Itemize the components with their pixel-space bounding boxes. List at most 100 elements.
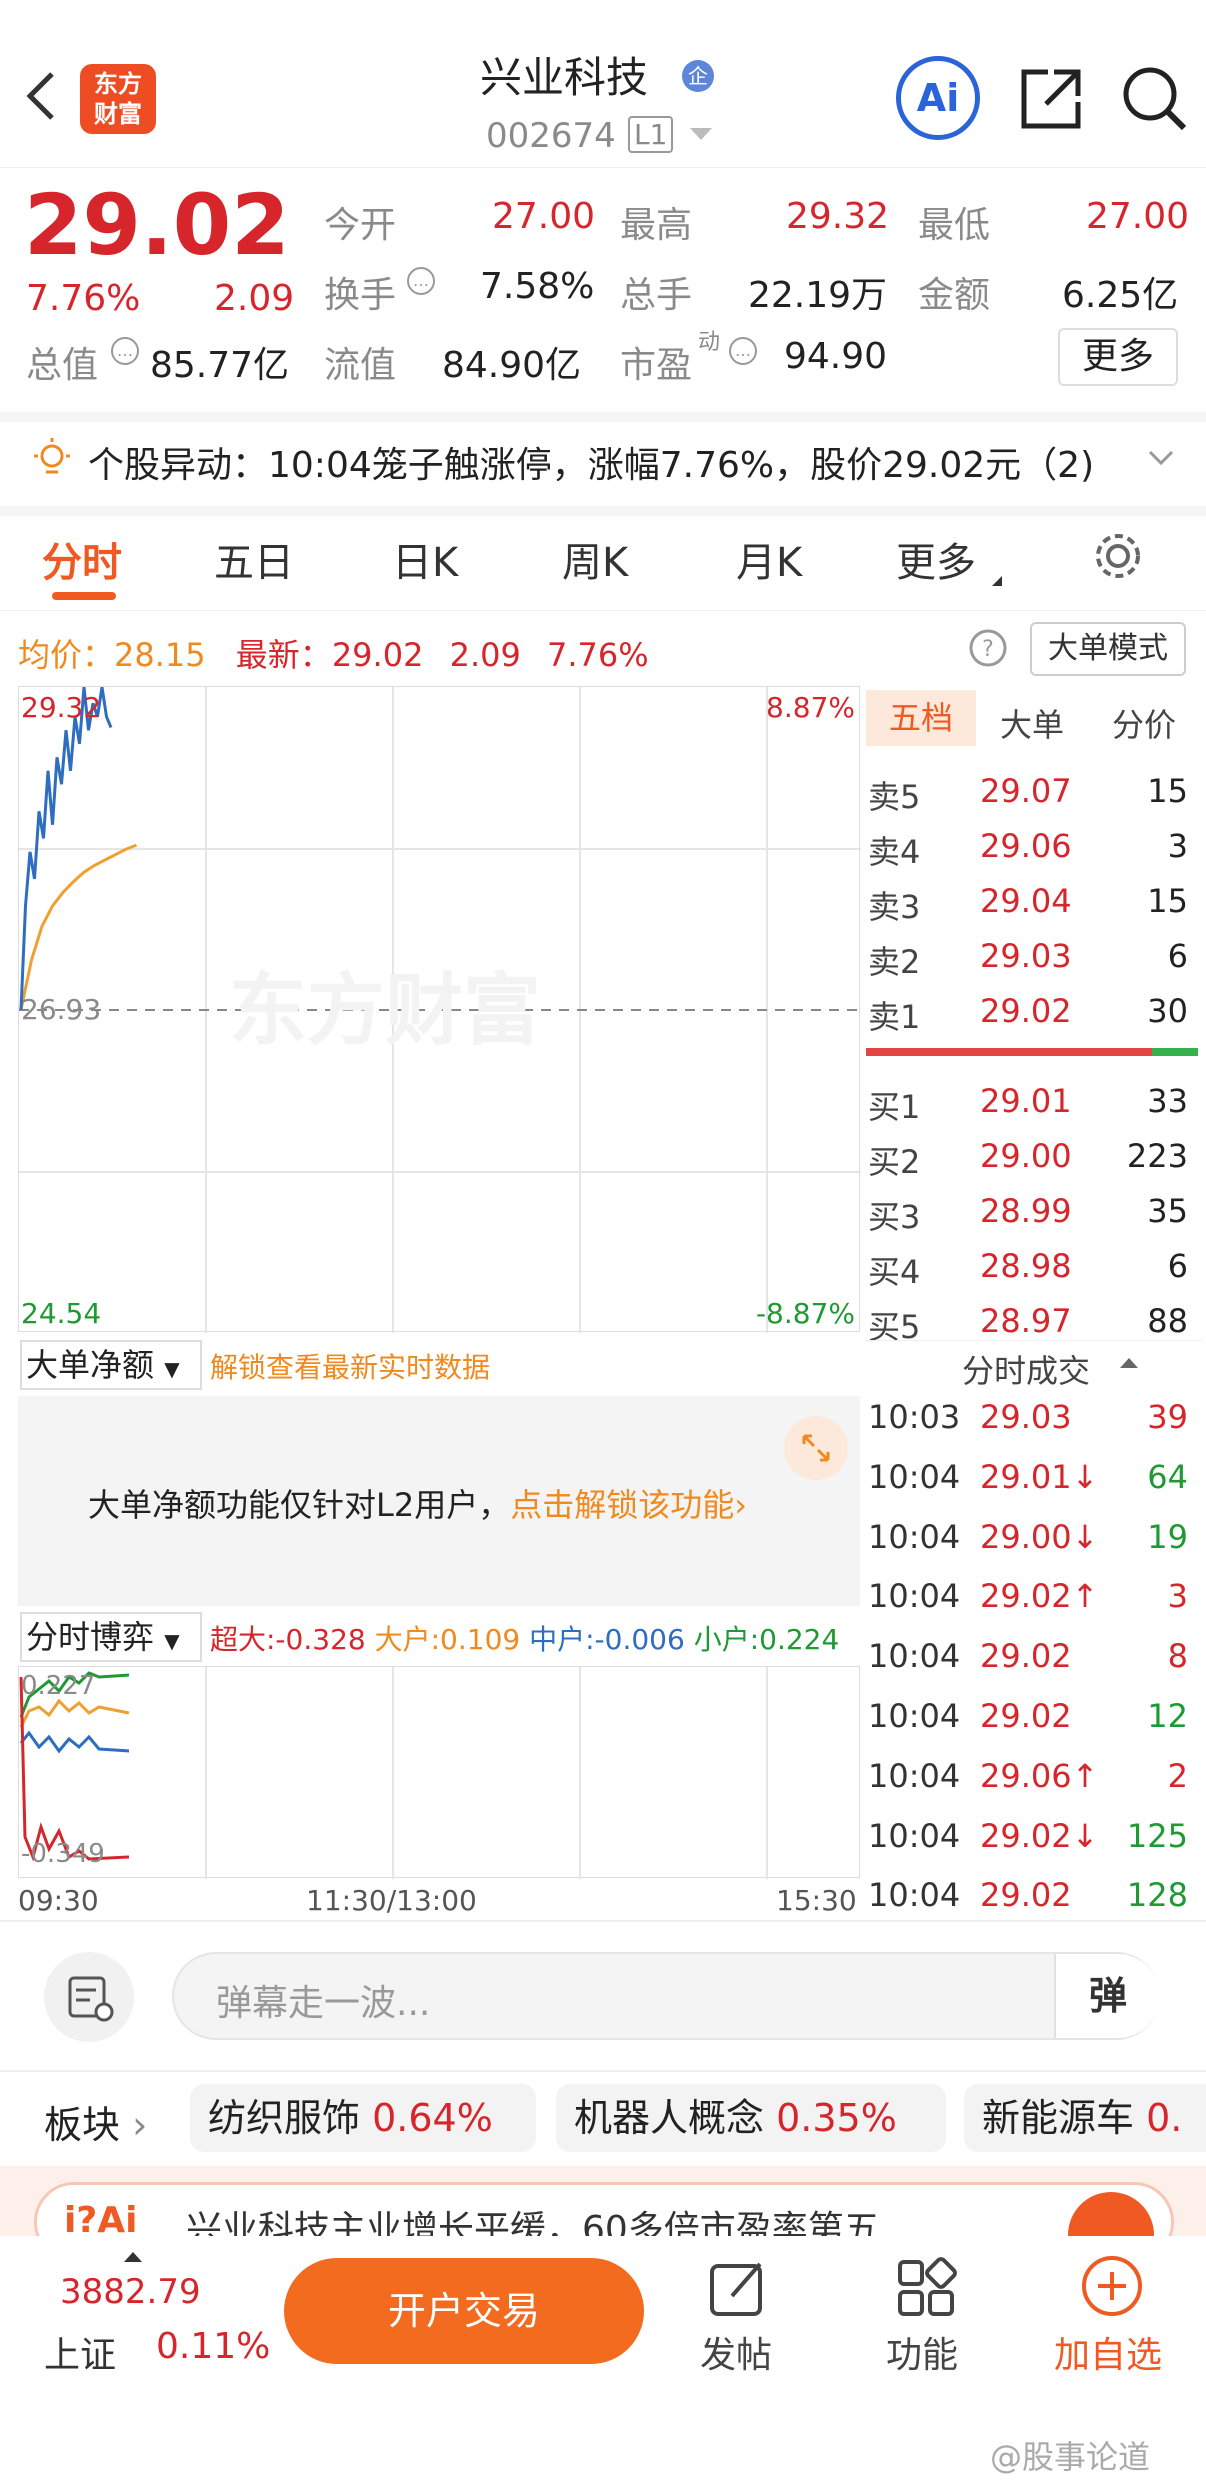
sector-chip[interactable]: 纺织服饰 0.64% [190, 2084, 536, 2152]
tab-weekly-k[interactable]: 周K [562, 530, 628, 588]
comment-list-icon[interactable] [44, 1952, 134, 2042]
trade-price: 29.02 [980, 1876, 1072, 1915]
help-icon[interactable]: ? [968, 628, 1008, 668]
trade-qty: 8 [1167, 1637, 1188, 1676]
function-label[interactable]: 功能 [886, 2326, 958, 2378]
bid-qty: 88 [1147, 1302, 1188, 1340]
legend-super: 超大:-0.328 [210, 1623, 366, 1656]
index-value[interactable]: 3882.79 [60, 2272, 201, 2312]
bid-label: 买2 [868, 1143, 921, 1181]
avg-price-line [19, 843, 138, 1011]
tab-price-dist[interactable]: 分价 [1112, 700, 1176, 746]
tab-big-orders[interactable]: 大单 [1000, 700, 1064, 746]
trade-label: 10:04 [868, 1577, 961, 1616]
medium-line [19, 1730, 130, 1754]
function-grid-icon[interactable] [894, 2256, 958, 2320]
amount-label: 金额 [918, 275, 991, 316]
avg-value: 28.15 [114, 636, 206, 674]
ask-label: 卖5 [868, 778, 921, 816]
trade-price: 29.03 [980, 1398, 1072, 1436]
ask-label: 卖2 [868, 943, 921, 981]
bid-row: 买5 28.97 88 [868, 1302, 1196, 1352]
trade-row: 10:04 29.02↑ 3 [868, 1577, 1196, 1627]
y-axis-top: 29.32 [21, 691, 102, 724]
svg-text:…: … [735, 341, 751, 360]
tab-daily-k[interactable]: 日K [392, 530, 458, 588]
net-message[interactable]: 大单净额功能仅针对L2用户，点击解锁该功能› [88, 1480, 747, 1526]
bid-bar [1152, 1048, 1198, 1056]
bid-qty: 223 [1126, 1137, 1188, 1175]
danmu-input[interactable]: 弹幕走一波... 弹 [172, 1952, 1160, 2040]
trade-row: 10:04 29.00↓ 19 [868, 1518, 1196, 1568]
caret-icon [992, 576, 1002, 586]
ask-row: 卖1 29.02 30 [868, 992, 1196, 1042]
ask-qty: 15 [1147, 772, 1188, 810]
open-account-button[interactable]: 开户交易 [284, 2258, 644, 2364]
latest-pct: 7.76% [547, 636, 649, 674]
trade-price: 29.00↓ [980, 1517, 1099, 1556]
open-label: 今开 [324, 205, 397, 246]
svg-text:…: … [413, 271, 429, 290]
post-icon[interactable] [706, 2256, 770, 2320]
trade-label: 10:04 [868, 1457, 961, 1496]
add-watchlist-label[interactable]: 加自选 [1054, 2326, 1162, 2378]
tab-five-day[interactable]: 五日 [214, 530, 294, 588]
net-message-text: 大单净额功能仅针对L2用户， [88, 1486, 511, 1524]
info-icon[interactable]: … [728, 336, 758, 366]
big-order-mode-button[interactable]: 大单模式 [1030, 622, 1186, 676]
post-label[interactable]: 发帖 [700, 2326, 772, 2378]
bid-qty: 6 [1167, 1247, 1188, 1285]
chevron-down-icon[interactable] [1148, 448, 1174, 468]
svg-text:…: … [117, 341, 133, 360]
latest-label: 最新： [235, 636, 332, 674]
bid-label: 买4 [868, 1253, 921, 1291]
trades-title[interactable]: 分时成交 [962, 1346, 1090, 1392]
weibo-watermark: @股事论道 [990, 2438, 1151, 2476]
intraday-chart: 东方财富 29.32 26.93 24.54 8.87% -8.87% [18, 686, 861, 1333]
divider [0, 412, 1206, 422]
low-value: 27.00 [1086, 196, 1190, 237]
ask-price: 29.03 [980, 937, 1072, 975]
bid-price: 28.97 [980, 1302, 1072, 1340]
chevron-right-icon: › [120, 2103, 148, 2147]
info-icon[interactable]: … [406, 266, 436, 296]
tab-monthly-k[interactable]: 月K [736, 530, 802, 588]
tab-intraday[interactable]: 分时 [42, 530, 122, 588]
trade-label: 10:04 [868, 1876, 961, 1915]
caret-up-icon [124, 2252, 142, 2262]
legend-small: 小户:0.224 [693, 1623, 840, 1656]
net-unlock-link[interactable]: 点击解锁该功能 [510, 1486, 734, 1524]
expand-icon[interactable] [784, 1416, 848, 1480]
alert-text[interactable]: 个股异动：10:04笼子触涨停，涨幅7.76%，股价29.02元（2) [88, 436, 1094, 488]
volume-value: 22.19万 [748, 275, 888, 316]
net-label: 大单净额 [26, 1346, 155, 1384]
index-pct[interactable]: 0.11% [156, 2326, 270, 2367]
unlock-link[interactable]: 解锁查看最新实时数据 [210, 1346, 490, 1386]
sector-name: 纺织服饰 [208, 2096, 361, 2140]
danmu-toggle-button[interactable]: 弹 [1054, 1954, 1160, 2038]
trade-qty: 19 [1147, 1517, 1188, 1556]
game-selector[interactable]: 分时博弈 ▼ [20, 1612, 202, 1662]
net-selector[interactable]: 大单净额 ▼ [20, 1340, 202, 1390]
y-axis-mid: 26.93 [21, 993, 102, 1026]
more-button[interactable]: 更多 [1058, 328, 1178, 386]
trade-price: 29.01↓ [980, 1457, 1099, 1496]
ask-row: 卖3 29.04 15 [868, 882, 1196, 932]
sector-chip[interactable]: 新能源车 0. [964, 2084, 1206, 2152]
ask-qty: 30 [1147, 992, 1188, 1030]
settings-icon[interactable] [1092, 530, 1144, 582]
sector-label[interactable]: 板块 › [44, 2094, 147, 2149]
info-icon[interactable]: … [110, 336, 140, 366]
index-name[interactable]: 上证 [44, 2326, 116, 2378]
bid-row: 买3 28.99 35 [868, 1192, 1196, 1242]
sector-chip[interactable]: 机器人概念 0.35% [556, 2084, 946, 2152]
bottom-nav: 3882.79 上证 0.11% 开户交易 发帖 功能 加自选 @股事论道 [0, 2236, 1206, 2487]
time-start: 09:30 [18, 1884, 99, 1917]
tab-more[interactable]: 更多 [896, 530, 976, 588]
divider [866, 1340, 1202, 1341]
tab-five-levels[interactable]: 五档 [866, 690, 976, 746]
trade-price: 29.02↓ [980, 1816, 1099, 1855]
ai-banner[interactable]: i?Ai 兴业科技主业增长平缓，60多倍市盈率第五 [0, 2166, 1206, 2236]
trade-price: 29.02 [980, 1697, 1072, 1735]
add-circle-icon[interactable] [1080, 2254, 1144, 2318]
